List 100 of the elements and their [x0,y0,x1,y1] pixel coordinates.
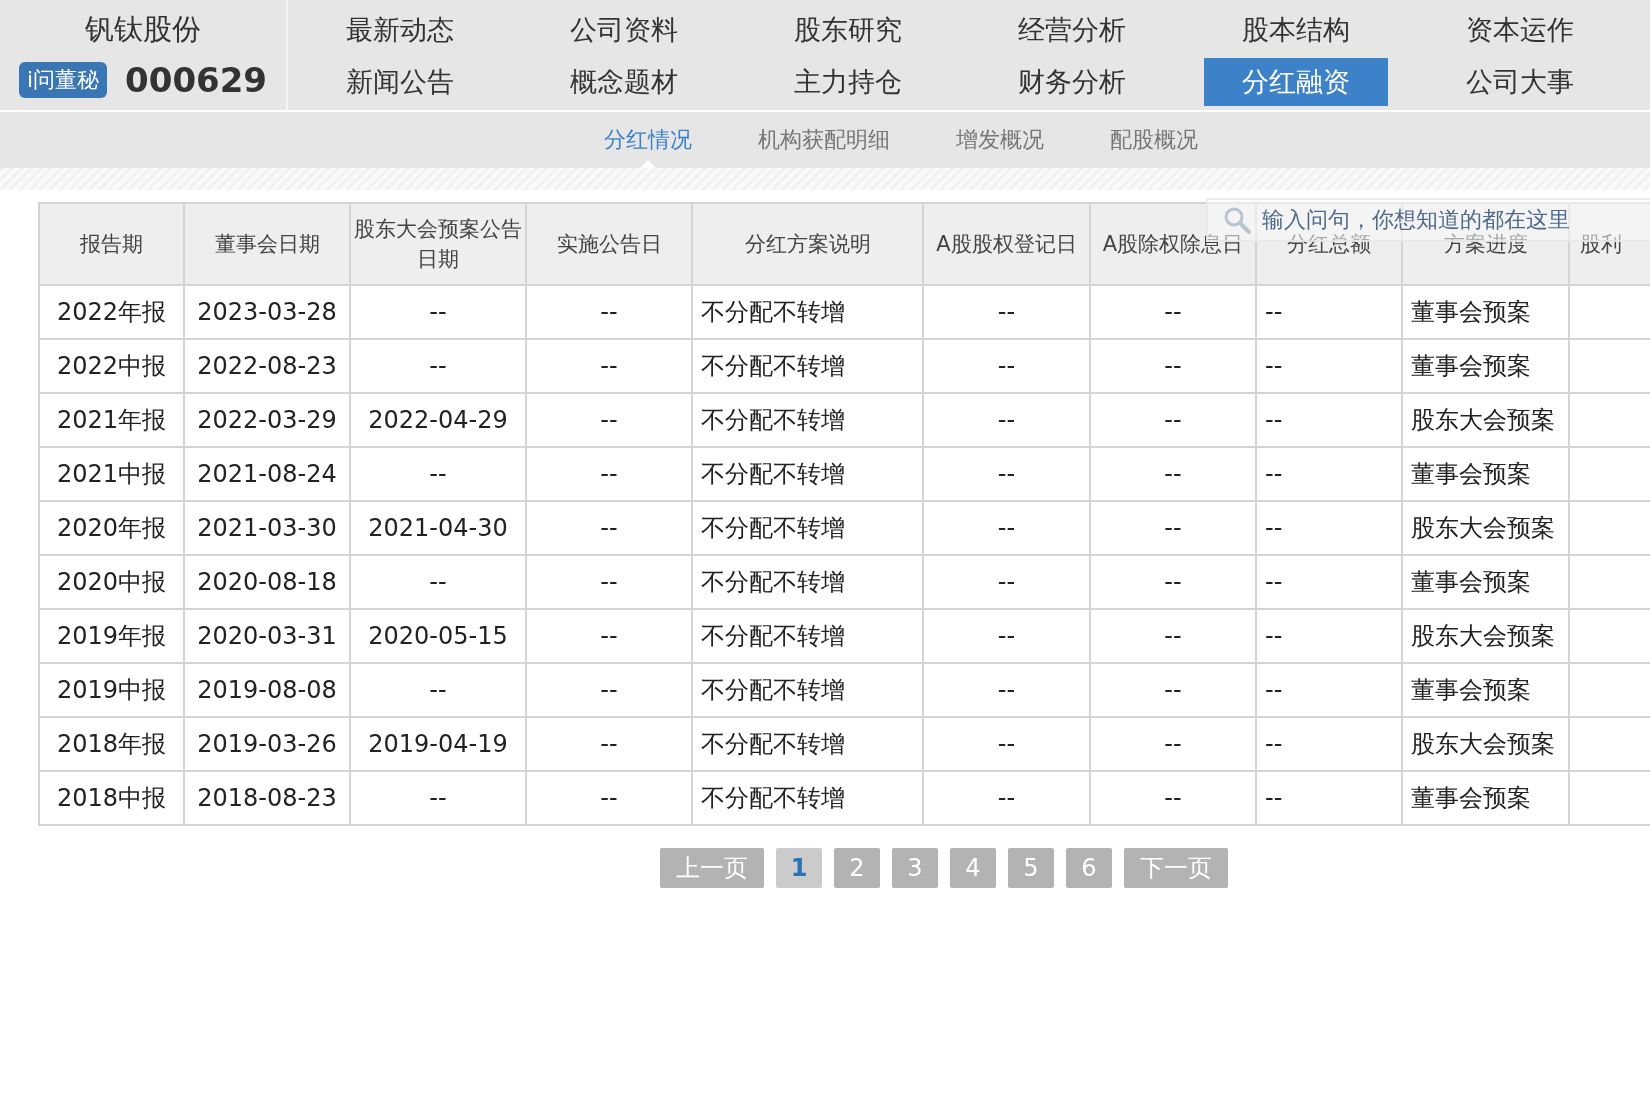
table-cell: -- [1090,285,1256,339]
nav-tab[interactable]: 公司大事 [1428,58,1612,106]
table-cell: 董事会预案 [1402,663,1569,717]
table-cell: 2018-08-23 [184,771,350,825]
table-cell: 2020-03-31 [184,609,350,663]
nav-tab[interactable]: 财务分析 [980,58,1164,106]
column-header: A股除权除息日 [1090,203,1256,285]
table-cell: -- [1256,555,1402,609]
nav-tab[interactable]: 经营分析 [980,6,1164,54]
table-cell: 2018中报 [39,771,184,825]
table-cell: 不分配不转增 [692,447,923,501]
table-cell: 董事会预案 [1402,339,1569,393]
table-cell: -- [1256,393,1402,447]
column-header: 股利 [1569,203,1650,285]
table-cell: -- [1090,609,1256,663]
table-cell: 2022-08-23 [184,339,350,393]
table-cell: -- [350,771,526,825]
table-cell: 2021-08-24 [184,447,350,501]
nav-tab[interactable]: 资本运作 [1428,6,1612,54]
table-cell: -- [1090,555,1256,609]
table-cell: 2022年报 [39,285,184,339]
table-cell: -- [1256,285,1402,339]
table-cell: -- [923,501,1090,555]
table-cell: -- [923,663,1090,717]
table-cell: 2020-05-15 [350,609,526,663]
table-cell: 2019年报 [39,609,184,663]
nav-tab[interactable]: 股本结构 [1204,6,1388,54]
table-cell: -- [350,663,526,717]
nav-tab[interactable]: 概念题材 [532,58,716,106]
ask-secretary-badge[interactable]: i问董秘 [18,62,108,98]
table-cell: -- [1090,663,1256,717]
table-cell: -- [923,285,1090,339]
table-cell: 不分配不转增 [692,663,923,717]
table-cell: -- [1256,663,1402,717]
column-header: 分红方案说明 [692,203,923,285]
table-cell: 不分配不转增 [692,771,923,825]
stock-code: 000629 [125,60,268,100]
table-cell: 股东大会预案 [1402,393,1569,447]
nav-tab[interactable]: 最新动态 [308,6,492,54]
table-cell: 2019-04-19 [350,717,526,771]
table-cell: 2021年报 [39,393,184,447]
table-cell: -- [526,393,692,447]
table-cell: -- [350,555,526,609]
table-cell: 2021中报 [39,447,184,501]
table-cell: -- [1256,339,1402,393]
table-cell: -- [526,663,692,717]
nav-tab[interactable]: 分红融资 [1204,58,1388,106]
table-cell: 2023-03-28 [184,285,350,339]
table-cell: 董事会预案 [1402,771,1569,825]
table-cell: 2022-04-29 [350,393,526,447]
table-cell: -- [526,285,692,339]
column-header: 报告期 [39,203,184,285]
table-cell: -- [1090,771,1256,825]
table-cell: -- [1256,771,1402,825]
table-cell: -- [923,609,1090,663]
table-cell: -- [350,447,526,501]
table-cell: 2018年报 [39,717,184,771]
table-cell: 2021-04-30 [350,501,526,555]
table-cell: -- [923,555,1090,609]
sub-tab[interactable]: 机构获配明细 [758,112,890,168]
nav-tab[interactable]: 主力持仓 [756,58,940,106]
nav-tab[interactable]: 新闻公告 [308,58,492,106]
stock-name: 钒钛股份 [85,11,201,48]
column-header: 董事会日期 [184,203,350,285]
table-cell: 董事会预案 [1402,447,1569,501]
table-cell: 不分配不转增 [692,339,923,393]
table-cell: 2022-03-29 [184,393,350,447]
table-cell: 2020中报 [39,555,184,609]
table-cell: -- [526,771,692,825]
nav-tab[interactable]: 公司资料 [532,6,716,54]
table-cell: -- [1090,393,1256,447]
table-cell: -- [526,339,692,393]
page-button[interactable]: 1 [776,848,822,888]
table-cell: 2020-08-18 [184,555,350,609]
table-cell: 股东大会预案 [1402,609,1569,663]
sub-tab[interactable]: 增发概况 [956,112,1044,168]
table-cell: 不分配不转增 [692,285,923,339]
search-placeholder: 输入问句，你想知道的都在这里 [1262,206,1570,233]
table-cell: -- [1256,717,1402,771]
table-cell: 2019-08-08 [184,663,350,717]
table-cell: 2020年报 [39,501,184,555]
table-cell: -- [923,393,1090,447]
table-cell: 不分配不转增 [692,609,923,663]
nav-tab[interactable]: 股东研究 [756,6,940,54]
table-cell: -- [1090,717,1256,771]
table-cell: 不分配不转增 [692,555,923,609]
search-icon [1222,205,1252,235]
table-cell: -- [350,339,526,393]
table-cell: 2019-03-26 [184,717,350,771]
table-cell: 股东大会预案 [1402,501,1569,555]
sub-tab[interactable]: 配股概况 [1110,112,1198,168]
table-cell: -- [350,285,526,339]
table-cell: -- [526,447,692,501]
table-cell: -- [1090,339,1256,393]
table-cell: -- [923,771,1090,825]
table-cell: 2019中报 [39,663,184,717]
table-cell: -- [526,717,692,771]
column-header: 实施公告日 [526,203,692,285]
column-header: A股股权登记日 [923,203,1090,285]
table-cell: -- [1090,447,1256,501]
